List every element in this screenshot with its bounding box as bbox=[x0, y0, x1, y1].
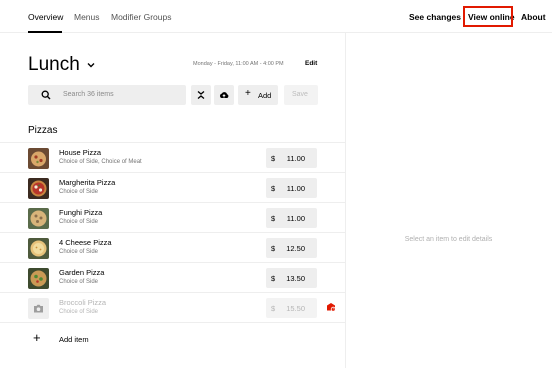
item-description: Choice of Side bbox=[59, 189, 99, 195]
plus-icon: + bbox=[245, 88, 251, 99]
item-description: Choice of Side bbox=[59, 249, 99, 255]
price-input[interactable]: $ 13.50 bbox=[266, 268, 317, 288]
currency-symbol: $ bbox=[271, 214, 276, 223]
list-item[interactable]: 4 Cheese Pizza Choice of Side $ 12.50 bbox=[0, 232, 345, 262]
price-value: 11.00 bbox=[286, 214, 305, 223]
camera-icon bbox=[34, 304, 43, 313]
currency-symbol: $ bbox=[271, 244, 276, 253]
search-placeholder: Search 36 items bbox=[63, 91, 114, 98]
price-input[interactable]: $ 11.00 bbox=[266, 178, 317, 198]
item-thumbnail-placeholder bbox=[28, 298, 49, 319]
price-value: 11.00 bbox=[286, 154, 305, 163]
see-changes-link[interactable]: See changes bbox=[409, 12, 461, 22]
item-thumbnail bbox=[28, 238, 49, 259]
item-name: Margherita Pizza bbox=[59, 178, 116, 187]
item-thumbnail bbox=[28, 178, 49, 199]
price-value: 12.50 bbox=[286, 244, 305, 253]
currency-symbol: $ bbox=[271, 184, 276, 193]
item-description: Choice of Side bbox=[59, 279, 99, 285]
about-link[interactable]: About bbox=[521, 12, 546, 22]
price-value: 15.50 bbox=[286, 304, 305, 313]
item-thumbnail bbox=[28, 268, 49, 289]
item-list: House Pizza Choice of Side, Choice of Me… bbox=[0, 142, 345, 354]
tab-menus[interactable]: Menus bbox=[74, 12, 100, 22]
item-name: Garden Pizza bbox=[59, 268, 105, 277]
collapse-icon bbox=[197, 91, 205, 99]
add-item-label: Add item bbox=[59, 335, 89, 344]
save-button[interactable]: Save bbox=[284, 85, 318, 105]
active-tab-indicator bbox=[28, 31, 62, 33]
price-value: 13.50 bbox=[286, 274, 305, 283]
item-name: Funghi Pizza bbox=[59, 208, 103, 217]
price-input[interactable]: $ 12.50 bbox=[266, 238, 317, 258]
cloud-upload-icon bbox=[220, 92, 229, 98]
search-input[interactable]: Search 36 items bbox=[28, 85, 186, 105]
item-thumbnail bbox=[28, 208, 49, 229]
section-title: Pizzas bbox=[28, 125, 58, 136]
price-input[interactable]: $ 11.00 bbox=[266, 148, 317, 168]
save-button-label: Save bbox=[292, 91, 308, 98]
search-icon bbox=[41, 90, 51, 100]
add-item-button[interactable]: + Add item bbox=[0, 322, 345, 354]
collapse-button[interactable] bbox=[191, 85, 211, 105]
list-item[interactable]: House Pizza Choice of Side, Choice of Me… bbox=[0, 142, 345, 172]
item-name: House Pizza bbox=[59, 148, 102, 157]
item-name: Broccoli Pizza bbox=[59, 298, 107, 307]
currency-symbol: $ bbox=[271, 274, 276, 283]
price-input[interactable]: $ 11.00 bbox=[266, 208, 317, 228]
price-value: 11.00 bbox=[286, 184, 305, 193]
add-button-label: Add bbox=[258, 91, 272, 100]
add-button[interactable]: + Add bbox=[238, 85, 278, 105]
warning-icon[interactable] bbox=[326, 302, 336, 312]
upload-button[interactable] bbox=[214, 85, 234, 105]
top-nav: Overview Menus Modifier Groups See chang… bbox=[0, 0, 552, 33]
item-name: 4 Cheese Pizza bbox=[59, 238, 112, 247]
plus-icon: + bbox=[33, 330, 41, 345]
list-item[interactable]: Garden Pizza Choice of Side $ 13.50 bbox=[0, 262, 345, 292]
list-item[interactable]: Funghi Pizza Choice of Side $ 11.00 bbox=[0, 202, 345, 232]
tab-modifier-groups[interactable]: Modifier Groups bbox=[111, 12, 171, 22]
currency-symbol: $ bbox=[271, 304, 276, 313]
tab-overview[interactable]: Overview bbox=[28, 12, 63, 22]
currency-symbol: $ bbox=[271, 154, 276, 163]
item-thumbnail bbox=[28, 148, 49, 169]
menu-title[interactable]: Lunch bbox=[28, 54, 80, 76]
list-item[interactable]: Broccoli Pizza Choice of Side $ 15.50 bbox=[0, 292, 345, 322]
item-description: Choice of Side bbox=[59, 309, 99, 315]
item-description: Choice of Side bbox=[59, 219, 99, 225]
list-item[interactable]: Margherita Pizza Choice of Side $ 11.00 bbox=[0, 172, 345, 202]
view-online-highlight bbox=[463, 6, 513, 27]
panel-divider bbox=[345, 33, 346, 368]
chevron-down-icon[interactable] bbox=[86, 60, 96, 70]
edit-schedule-link[interactable]: Edit bbox=[305, 60, 317, 67]
menu-schedule: Monday - Friday, 11:00 AM - 4:00 PM bbox=[193, 61, 284, 67]
item-description: Choice of Side, Choice of Meat bbox=[59, 159, 142, 165]
detail-panel-hint: Select an item to edit details bbox=[404, 236, 493, 243]
price-input[interactable]: $ 15.50 bbox=[266, 298, 317, 318]
